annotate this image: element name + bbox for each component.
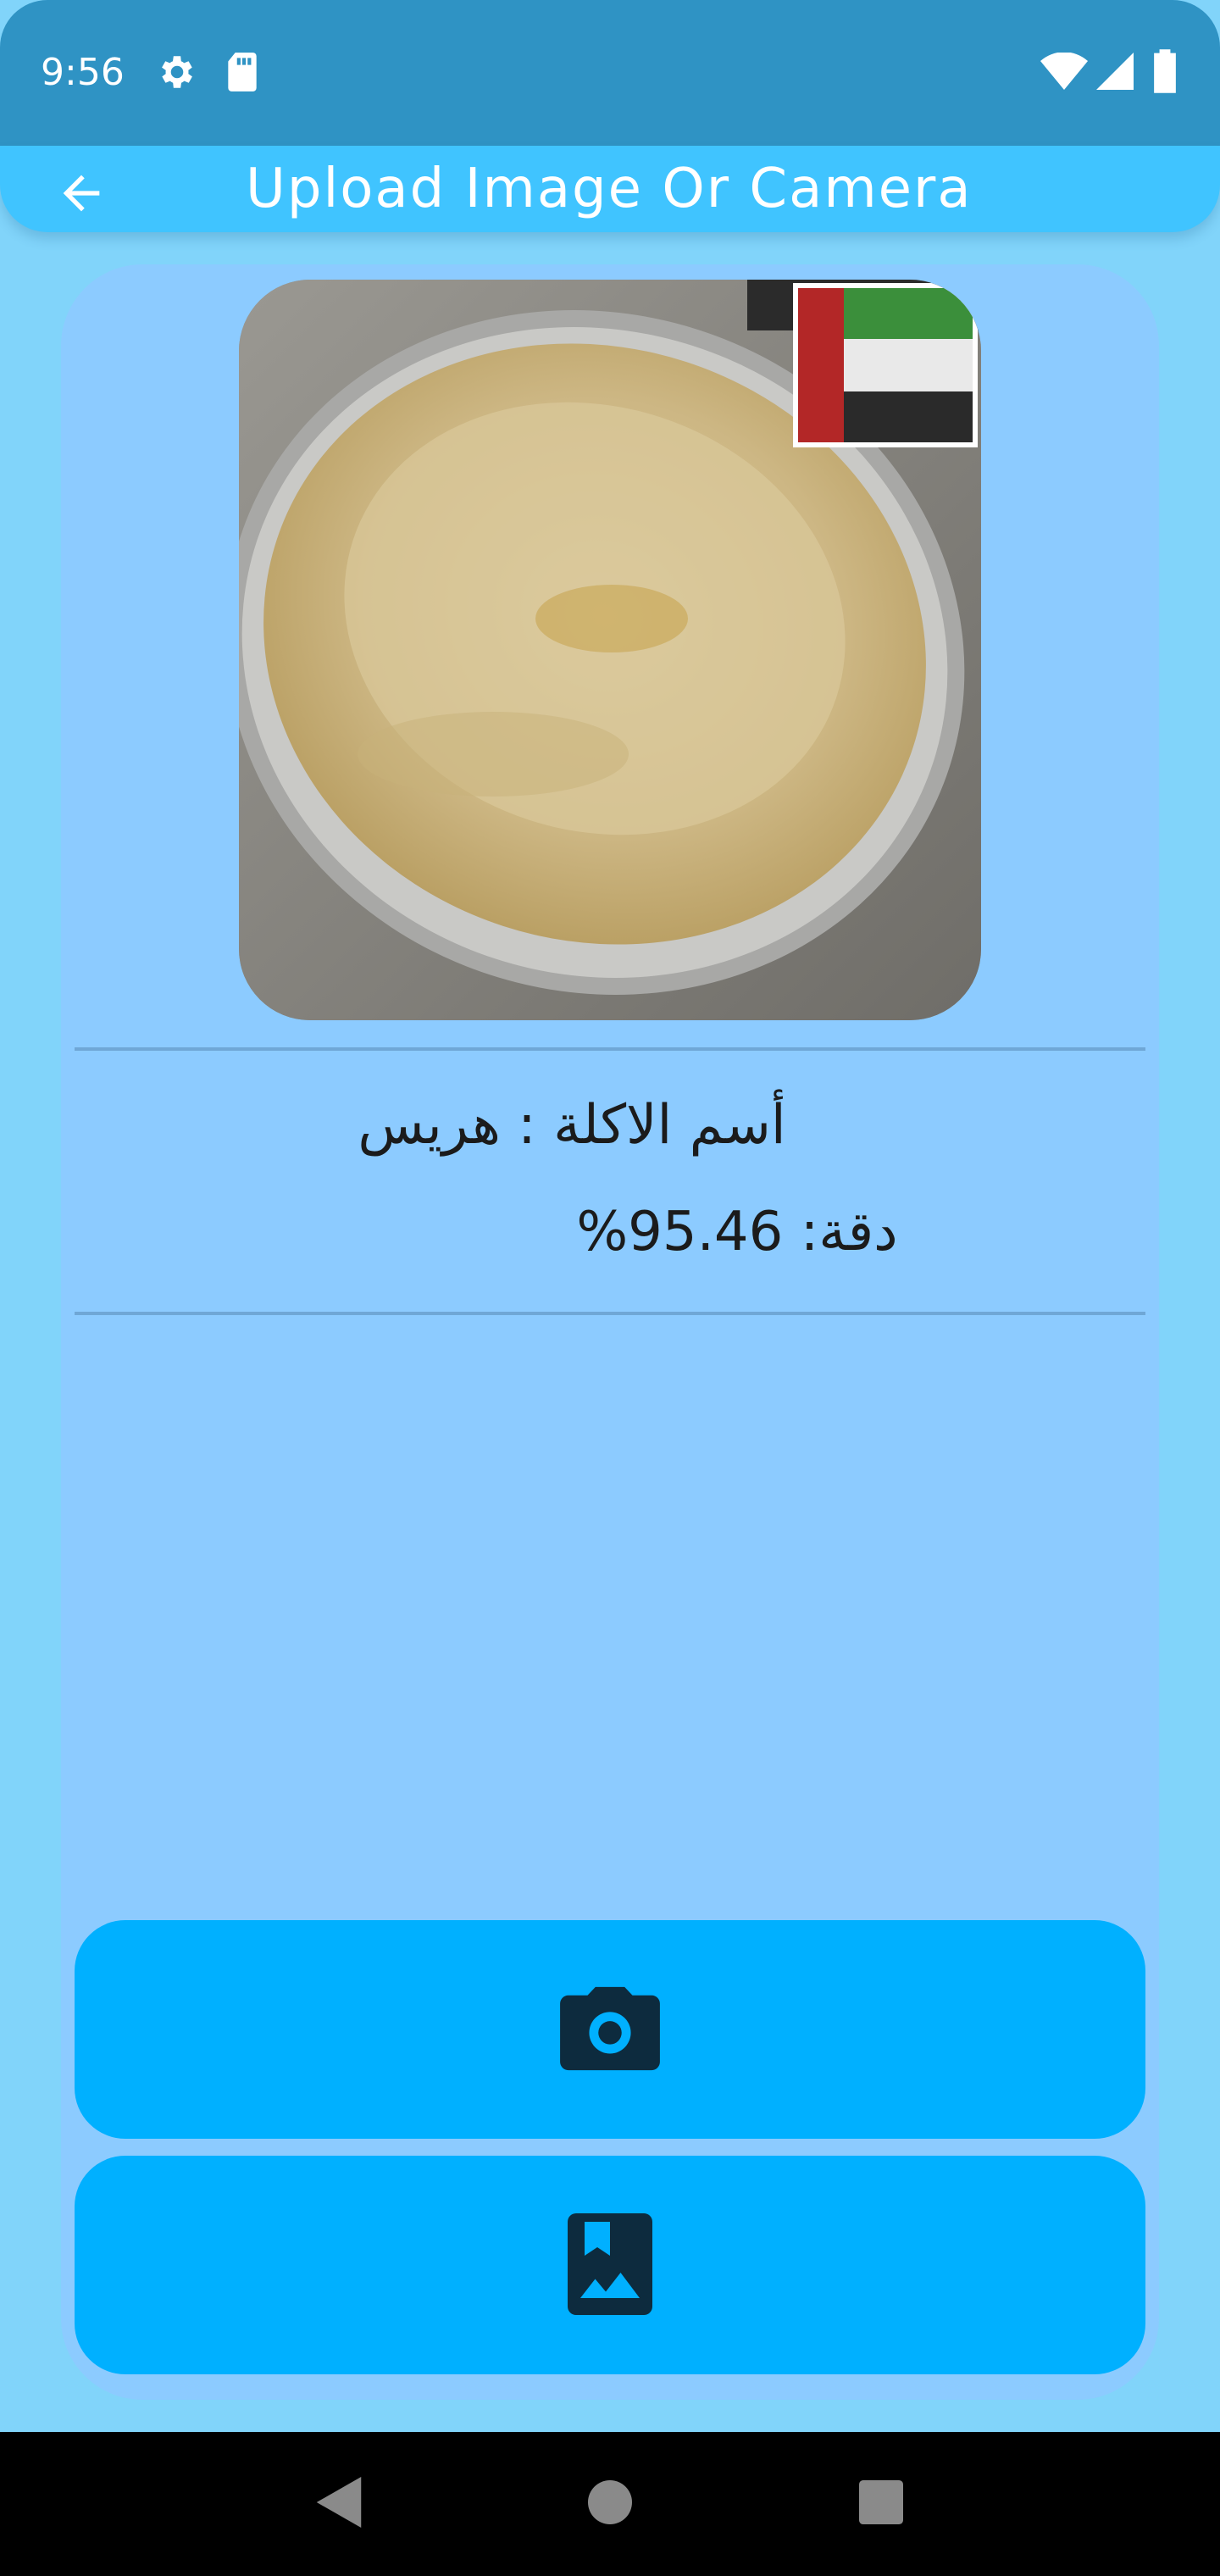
result-card: أسم الاكلة : هريس دقة: 95.46% [61,264,1159,2400]
food-name-label: أسم الاكلة : هريس [358,1094,786,1157]
page-title: Upload Image Or Camera [246,158,973,220]
navigation-bar [0,2432,1220,2576]
food-image [239,280,981,1020]
uae-flag-icon [793,283,978,447]
nav-recents-button[interactable] [843,2466,919,2542]
recents-square-icon [859,2480,903,2528]
photo-album-icon [568,2212,652,2318]
battery-icon [1152,49,1178,93]
back-button[interactable] [47,161,115,229]
gallery-button[interactable] [75,2156,1145,2374]
gear-icon [156,51,198,93]
sd-card-icon [224,51,261,93]
wifi-icon [1040,53,1088,90]
divider [75,1312,1145,1315]
nav-home-button[interactable] [572,2466,648,2542]
arrow-back-icon [54,166,108,224]
camera-button[interactable] [75,1920,1145,2139]
back-triangle-icon [315,2477,363,2531]
status-bar: 9:56 [0,0,1220,146]
app-bar: Upload Image Or Camera [0,146,1220,232]
status-time: 9:56 [41,51,125,94]
camera-icon [559,1983,661,2077]
nav-back-button[interactable] [301,2466,377,2542]
cell-signal-icon [1096,53,1134,90]
home-circle-icon [588,2480,632,2528]
accuracy-label: دقة: 95.46% [576,1201,898,1263]
divider [75,1047,1145,1051]
